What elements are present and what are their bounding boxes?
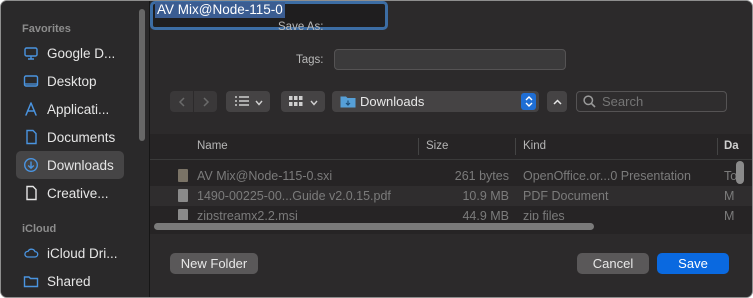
sidebar-scrollbar[interactable] bbox=[139, 9, 145, 141]
column-divider bbox=[717, 138, 718, 155]
google-drive-icon bbox=[23, 45, 39, 61]
search-input[interactable] bbox=[602, 94, 722, 109]
file-list-header: Name Size Kind Da bbox=[150, 134, 752, 160]
sidebar: Favorites Google D... Desktop Applicati.… bbox=[1, 1, 150, 297]
back-button[interactable] bbox=[170, 91, 194, 112]
forward-button[interactable] bbox=[194, 91, 217, 112]
creative-cloud-icon bbox=[23, 185, 39, 201]
sidebar-item-downloads[interactable]: Downloads bbox=[16, 151, 124, 179]
file-list: Name Size Kind Da AV Mix@Node-115-0.sxi … bbox=[150, 134, 752, 234]
sidebar-item-label: Downloads bbox=[47, 157, 114, 173]
main-panel: Save As: AV Mix@Node-115-0 Tags: Downloa… bbox=[150, 1, 752, 297]
zip-file-icon bbox=[178, 209, 188, 220]
sidebar-item-desktop[interactable]: Desktop bbox=[16, 67, 124, 95]
folder-icon bbox=[340, 95, 356, 108]
column-header-name[interactable]: Name bbox=[197, 140, 228, 152]
file-date: M bbox=[724, 209, 735, 220]
pdf-file-icon bbox=[178, 189, 188, 202]
file-kind: PDF Document bbox=[523, 189, 609, 203]
sidebar-item-label: Documents bbox=[47, 129, 116, 145]
column-header-kind[interactable]: Kind bbox=[523, 140, 546, 152]
sidebar-item-applications[interactable]: Applicati... bbox=[16, 95, 124, 123]
file-row[interactable]: AV Mix@Node-115-0.sxi 261 bytes OpenOffi… bbox=[150, 166, 752, 186]
sidebar-item-label: Shared bbox=[47, 273, 91, 289]
horizontal-scrollbar[interactable] bbox=[150, 220, 752, 234]
file-row[interactable]: zipstreamx2.2.msi 44.9 MB zip files M bbox=[150, 206, 752, 220]
icloud-header: iCloud bbox=[22, 223, 57, 235]
file-size: 10.9 MB bbox=[462, 189, 509, 203]
save-as-label: Save As: bbox=[278, 21, 324, 33]
column-header-size[interactable]: Size bbox=[426, 140, 448, 152]
cancel-button[interactable]: Cancel bbox=[577, 253, 649, 274]
file-date: M bbox=[724, 189, 735, 203]
chevron-down-icon bbox=[255, 93, 263, 111]
grid-view-button[interactable] bbox=[281, 91, 325, 112]
search-icon bbox=[583, 95, 596, 108]
back-forward-buttons bbox=[170, 91, 217, 112]
documents-icon bbox=[23, 129, 39, 145]
updown-chevron-icon bbox=[521, 93, 536, 110]
chevron-right-icon bbox=[202, 96, 209, 107]
vertical-scrollbar[interactable] bbox=[736, 161, 744, 184]
downloads-icon bbox=[23, 157, 39, 173]
new-folder-button[interactable]: New Folder bbox=[170, 253, 258, 274]
location-popup[interactable]: Downloads bbox=[332, 91, 539, 112]
column-divider bbox=[515, 138, 516, 155]
shared-folder-icon bbox=[23, 273, 39, 289]
save-button[interactable]: Save bbox=[657, 253, 729, 274]
sidebar-item-label: Desktop bbox=[47, 73, 97, 89]
list-view-button[interactable] bbox=[226, 91, 270, 112]
applications-icon bbox=[23, 101, 39, 117]
column-header-date[interactable]: Da bbox=[724, 140, 739, 152]
grid-view-icon bbox=[289, 93, 303, 111]
sidebar-item-icloud-drive[interactable]: iCloud Dri... bbox=[16, 239, 124, 267]
file-kind: OpenOffice.or...0 Presentation bbox=[523, 169, 691, 183]
tags-field[interactable] bbox=[334, 49, 566, 70]
file-name: 1490-00225-00...Guide v2.0.15.pdf bbox=[197, 189, 391, 203]
chevron-left-icon bbox=[178, 96, 185, 107]
chevron-up-icon bbox=[552, 98, 562, 105]
file-size: 261 bytes bbox=[454, 169, 509, 183]
column-divider bbox=[418, 138, 419, 155]
file-size: 44.9 MB bbox=[462, 209, 509, 220]
tags-label: Tags: bbox=[296, 54, 324, 66]
presentation-file-icon bbox=[178, 169, 188, 182]
search-field[interactable] bbox=[576, 91, 727, 112]
file-row[interactable]: 1490-00225-00...Guide v2.0.15.pdf 10.9 M… bbox=[150, 186, 752, 206]
expand-collapse-button[interactable] bbox=[547, 91, 567, 112]
sidebar-item-label: Creative... bbox=[47, 185, 109, 201]
sidebar-item-creative-cloud[interactable]: Creative... bbox=[16, 179, 124, 207]
sidebar-item-documents[interactable]: Documents bbox=[16, 123, 124, 151]
sidebar-item-google-drive[interactable]: Google D... bbox=[16, 39, 124, 67]
horizontal-scroll-thumb[interactable] bbox=[154, 223, 594, 230]
list-view-icon bbox=[235, 93, 249, 111]
favorites-header: Favorites bbox=[22, 23, 71, 35]
save-dialog: Favorites Google D... Desktop Applicati.… bbox=[0, 0, 753, 298]
chevron-down-icon bbox=[310, 93, 318, 111]
sidebar-item-label: Applicati... bbox=[47, 101, 110, 117]
desktop-icon bbox=[23, 73, 39, 89]
sidebar-item-shared[interactable]: Shared bbox=[16, 267, 124, 295]
file-kind: zip files bbox=[523, 209, 565, 220]
sidebar-item-label: Google D... bbox=[47, 45, 116, 61]
file-name: AV Mix@Node-115-0.sxi bbox=[197, 169, 333, 183]
icloud-icon bbox=[23, 245, 39, 261]
save-as-field[interactable]: AV Mix@Node-115-0 bbox=[150, 1, 388, 30]
sidebar-item-label: iCloud Dri... bbox=[47, 245, 118, 261]
save-as-value: AV Mix@Node-115-0 bbox=[155, 2, 285, 18]
location-label: Downloads bbox=[360, 94, 425, 109]
file-name: zipstreamx2.2.msi bbox=[197, 209, 298, 220]
